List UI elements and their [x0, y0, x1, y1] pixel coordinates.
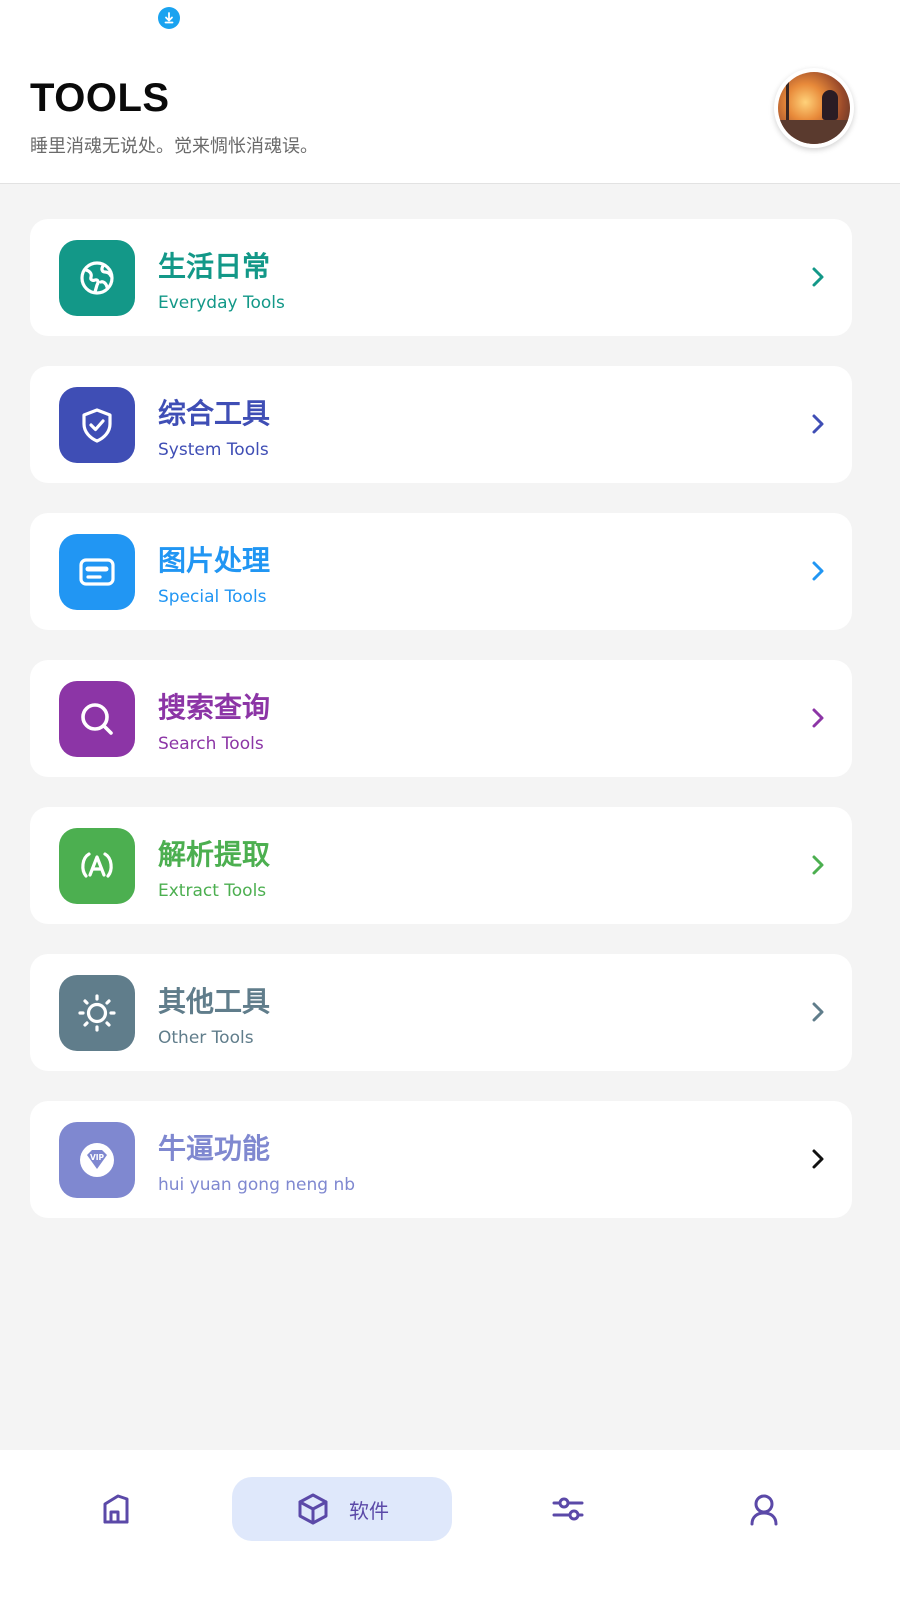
nav-software-label: 软件 — [349, 1498, 389, 1523]
tool-card-subtitle: Extract Tools — [158, 881, 267, 901]
search-icon — [59, 681, 135, 757]
avatar[interactable] — [774, 68, 854, 148]
nav-software[interactable]: 软件 — [232, 1477, 452, 1541]
nav-home[interactable] — [60, 1477, 172, 1541]
sliders-icon — [552, 1497, 584, 1521]
vip-diamond-icon: VIP — [59, 1122, 135, 1198]
tool-card-everyday[interactable]: 生活日常 Everyday Tools — [30, 219, 852, 336]
cube-icon — [298, 1493, 328, 1525]
tool-card-subtitle: System Tools — [158, 440, 269, 460]
tool-card-extract[interactable]: 解析提取 Extract Tools — [30, 807, 852, 924]
tool-card-special[interactable]: 图片处理 Special Tools — [30, 513, 852, 630]
tool-card-title: 综合工具 — [158, 397, 271, 430]
tool-card-subtitle: Search Tools — [158, 734, 264, 754]
page-subtitle: 睡里消魂无说处。觉来惆怅消魂误。 — [30, 136, 318, 157]
chevron-right-icon — [812, 1149, 824, 1169]
tool-card-subtitle: Everyday Tools — [158, 293, 285, 313]
tool-card-subtitle: Other Tools — [158, 1028, 254, 1048]
download-icon — [158, 7, 180, 29]
tool-card-other[interactable]: 其他工具 Other Tools — [30, 954, 852, 1071]
tool-card-subtitle: hui yuan gong neng nb — [158, 1175, 356, 1195]
tool-card-vip[interactable]: VIP 牛逼功能 hui yuan gong neng nb — [30, 1101, 852, 1218]
page-title: TOOLS — [30, 76, 170, 120]
nav-profile[interactable] — [708, 1477, 820, 1541]
tool-card-title: 搜索查询 — [158, 691, 271, 724]
tool-card-title: 牛逼功能 — [158, 1132, 271, 1165]
chevron-right-icon — [812, 267, 824, 287]
user-icon — [750, 1494, 778, 1526]
page-header: TOOLS 睡里消魂无说处。觉来惆怅消魂误。 — [0, 40, 900, 184]
chevron-right-icon — [812, 708, 824, 728]
avatar-image — [778, 72, 850, 144]
shield-check-icon — [59, 387, 135, 463]
tool-card-title: 图片处理 — [158, 544, 271, 577]
card-icon — [59, 534, 135, 610]
svg-text:VIP: VIP — [90, 1153, 105, 1162]
tool-card-search[interactable]: 搜索查询 Search Tools — [30, 660, 852, 777]
chevron-right-icon — [812, 1002, 824, 1022]
bottom-nav: 软件 — [0, 1450, 900, 1600]
tool-card-subtitle: Special Tools — [158, 587, 267, 607]
tool-card-title: 其他工具 — [158, 985, 271, 1018]
tool-card-system[interactable]: 综合工具 System Tools — [30, 366, 852, 483]
letter-a-icon — [59, 828, 135, 904]
home-icon — [103, 1494, 129, 1524]
tool-card-title: 解析提取 — [158, 838, 271, 871]
chevron-right-icon — [812, 414, 824, 434]
tool-card-title: 生活日常 — [158, 250, 271, 283]
nav-settings[interactable] — [512, 1477, 624, 1541]
chevron-right-icon — [812, 855, 824, 875]
sun-icon — [59, 975, 135, 1051]
status-bar — [0, 0, 900, 40]
globe-icon — [59, 240, 135, 316]
chevron-right-icon — [812, 561, 824, 581]
